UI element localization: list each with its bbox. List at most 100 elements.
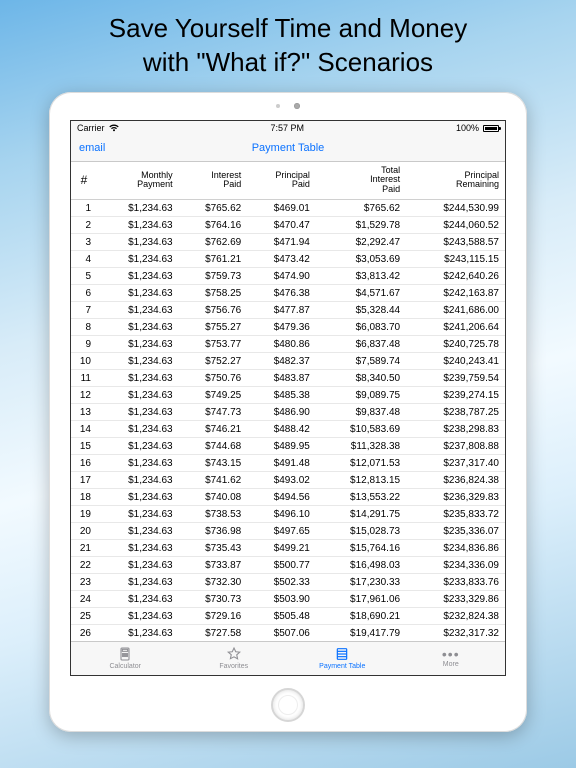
- cell-pr: $243,115.15: [406, 251, 505, 268]
- table-row[interactable]: 24$1,234.63$730.73$503.90$17,961.06$233,…: [71, 591, 505, 608]
- cell-n: 12: [71, 387, 97, 404]
- cell-tip: $5,328.44: [316, 302, 406, 319]
- cell-pp: $482.37: [247, 353, 316, 370]
- table-row[interactable]: 26$1,234.63$727.58$507.06$19,417.79$232,…: [71, 625, 505, 641]
- front-camera-icon: [294, 103, 300, 109]
- table-row[interactable]: 6$1,234.63$758.25$476.38$4,571.67$242,16…: [71, 285, 505, 302]
- col-number: #: [71, 162, 97, 200]
- cell-n: 24: [71, 591, 97, 608]
- table-row[interactable]: 18$1,234.63$740.08$494.56$13,553.22$236,…: [71, 489, 505, 506]
- cell-mp: $1,234.63: [97, 370, 179, 387]
- table-row[interactable]: 21$1,234.63$735.43$499.21$15,764.16$234,…: [71, 540, 505, 557]
- cell-tip: $8,340.50: [316, 370, 406, 387]
- cell-pr: $234,336.09: [406, 557, 505, 574]
- table-row[interactable]: 19$1,234.63$738.53$496.10$14,291.75$235,…: [71, 506, 505, 523]
- star-icon: [226, 646, 242, 662]
- cell-ip: $756.76: [179, 302, 248, 319]
- table-row[interactable]: 22$1,234.63$733.87$500.77$16,498.03$234,…: [71, 557, 505, 574]
- table-row[interactable]: 23$1,234.63$732.30$502.33$17,230.33$233,…: [71, 574, 505, 591]
- cell-n: 15: [71, 438, 97, 455]
- table-row[interactable]: 25$1,234.63$729.16$505.48$18,690.21$232,…: [71, 608, 505, 625]
- cell-pp: $477.87: [247, 302, 316, 319]
- ipad-screen: Carrier 7:57 PM 100% email Payment Table: [70, 120, 506, 676]
- cell-ip: $740.08: [179, 489, 248, 506]
- cell-pr: $237,808.88: [406, 438, 505, 455]
- cell-pr: $242,640.26: [406, 268, 505, 285]
- table-row[interactable]: 10$1,234.63$752.27$482.37$7,589.74$240,2…: [71, 353, 505, 370]
- table-row[interactable]: 11$1,234.63$750.76$483.87$8,340.50$239,7…: [71, 370, 505, 387]
- cell-pr: $233,833.76: [406, 574, 505, 591]
- cell-ip: $753.77: [179, 336, 248, 353]
- cell-mp: $1,234.63: [97, 319, 179, 336]
- carrier-label: Carrier: [77, 123, 105, 133]
- cell-tip: $10,583.69: [316, 421, 406, 438]
- cell-n: 22: [71, 557, 97, 574]
- cell-pr: $233,329.86: [406, 591, 505, 608]
- cell-tip: $16,498.03: [316, 557, 406, 574]
- cell-tip: $3,813.42: [316, 268, 406, 285]
- cell-n: 18: [71, 489, 97, 506]
- home-button[interactable]: [271, 688, 305, 722]
- cell-pr: $235,833.72: [406, 506, 505, 523]
- cell-ip: $730.73: [179, 591, 248, 608]
- cell-tip: $4,571.67: [316, 285, 406, 302]
- tab-payment-table-label: Payment Table: [319, 663, 365, 670]
- cell-pp: $493.02: [247, 472, 316, 489]
- cell-ip: $738.53: [179, 506, 248, 523]
- cell-pr: $241,206.64: [406, 319, 505, 336]
- table-row[interactable]: 15$1,234.63$744.68$489.95$11,328.38$237,…: [71, 438, 505, 455]
- table-row[interactable]: 2$1,234.63$764.16$470.47$1,529.78$244,06…: [71, 217, 505, 234]
- table-row[interactable]: 4$1,234.63$761.21$473.42$3,053.69$243,11…: [71, 251, 505, 268]
- cell-ip: $755.27: [179, 319, 248, 336]
- cell-tip: $6,083.70: [316, 319, 406, 336]
- ipad-device-frame: Carrier 7:57 PM 100% email Payment Table: [49, 92, 527, 732]
- col-principal-remaining: PrincipalRemaining: [406, 162, 505, 200]
- calculator-icon: [117, 646, 133, 662]
- cell-n: 10: [71, 353, 97, 370]
- table-row[interactable]: 9$1,234.63$753.77$480.86$6,837.48$240,72…: [71, 336, 505, 353]
- cell-n: 14: [71, 421, 97, 438]
- table-row[interactable]: 1$1,234.63$765.62$469.01$765.62$244,530.…: [71, 200, 505, 217]
- table-row[interactable]: 14$1,234.63$746.21$488.42$10,583.69$238,…: [71, 421, 505, 438]
- email-button[interactable]: email: [71, 142, 113, 154]
- cell-ip: $764.16: [179, 217, 248, 234]
- cell-tip: $15,764.16: [316, 540, 406, 557]
- tab-payment-table[interactable]: Payment Table: [288, 642, 397, 675]
- table-row[interactable]: 17$1,234.63$741.62$493.02$12,813.15$236,…: [71, 472, 505, 489]
- table-row[interactable]: 8$1,234.63$755.27$479.36$6,083.70$241,20…: [71, 319, 505, 336]
- cell-n: 21: [71, 540, 97, 557]
- wifi-icon: [109, 124, 119, 134]
- cell-pr: $239,274.15: [406, 387, 505, 404]
- nav-bar: email Payment Table: [71, 136, 505, 162]
- table-row[interactable]: 12$1,234.63$749.25$485.38$9,089.75$239,2…: [71, 387, 505, 404]
- table-row[interactable]: 7$1,234.63$756.76$477.87$5,328.44$241,68…: [71, 302, 505, 319]
- table-row[interactable]: 3$1,234.63$762.69$471.94$2,292.47$243,58…: [71, 234, 505, 251]
- cell-pr: $235,336.07: [406, 523, 505, 540]
- tab-bar: Calculator Favorites Payment Table ••• M…: [71, 641, 505, 675]
- tab-more[interactable]: ••• More: [397, 642, 506, 675]
- payment-table-wrap[interactable]: # MonthlyPayment InterestPaid PrincipalP…: [71, 162, 505, 641]
- cell-tip: $17,230.33: [316, 574, 406, 591]
- cell-n: 13: [71, 404, 97, 421]
- cell-pp: $480.86: [247, 336, 316, 353]
- tab-favorites[interactable]: Favorites: [180, 642, 289, 675]
- cell-tip: $15,028.73: [316, 523, 406, 540]
- cell-pp: $489.95: [247, 438, 316, 455]
- cell-pp: $474.90: [247, 268, 316, 285]
- cell-pp: $505.48: [247, 608, 316, 625]
- cell-n: 9: [71, 336, 97, 353]
- cell-mp: $1,234.63: [97, 302, 179, 319]
- cell-tip: $6,837.48: [316, 336, 406, 353]
- battery-percent: 100%: [456, 123, 479, 133]
- table-row[interactable]: 5$1,234.63$759.73$474.90$3,813.42$242,64…: [71, 268, 505, 285]
- table-row[interactable]: 20$1,234.63$736.98$497.65$15,028.73$235,…: [71, 523, 505, 540]
- cell-pr: $237,317.40: [406, 455, 505, 472]
- status-bar: Carrier 7:57 PM 100%: [71, 121, 505, 136]
- cell-pr: $244,530.99: [406, 200, 505, 217]
- cell-mp: $1,234.63: [97, 200, 179, 217]
- cell-ip: $727.58: [179, 625, 248, 641]
- table-row[interactable]: 16$1,234.63$743.15$491.48$12,071.53$237,…: [71, 455, 505, 472]
- table-row[interactable]: 13$1,234.63$747.73$486.90$9,837.48$238,7…: [71, 404, 505, 421]
- cell-ip: $759.73: [179, 268, 248, 285]
- tab-calculator[interactable]: Calculator: [71, 642, 180, 675]
